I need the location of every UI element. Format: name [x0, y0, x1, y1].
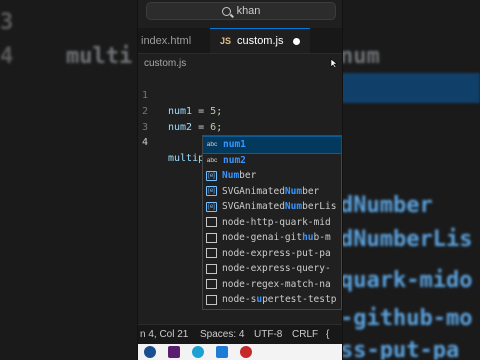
- background-line-number: 4: [0, 44, 14, 69]
- tab-label: index.html: [141, 34, 192, 47]
- snippet-suggestion-icon: [206, 279, 217, 290]
- background-selection: [340, 73, 480, 103]
- encoding-setting[interactable]: UTF-8: [254, 329, 282, 340]
- background-code-text: dNumber: [340, 193, 433, 218]
- field-suggestion-icon: [e]: [206, 201, 217, 212]
- command-center-search[interactable]: khan: [146, 2, 336, 20]
- suggestion-item[interactable]: node-genai-github-m: [203, 230, 341, 246]
- tab-index-html[interactable]: index.html: [138, 28, 206, 53]
- snippet-suggestion-icon: [206, 232, 217, 243]
- suggestion-item[interactable]: [e] SVGAnimatedNumber: [203, 184, 341, 200]
- suggestion-label: node-express-put-pa: [222, 247, 331, 259]
- indentation-setting[interactable]: Spaces: 4: [200, 329, 244, 340]
- code-line[interactable]: 1 num1 = 5;: [138, 72, 342, 117]
- suggestion-item[interactable]: node-http-quark-mid: [203, 215, 341, 231]
- suggestion-label: node-regex-match-na: [222, 278, 331, 290]
- title-bar: khan: [138, 0, 342, 22]
- suggestion-item[interactable]: node-supertest-testp: [203, 292, 341, 308]
- suggestion-item[interactable]: node-regex-match-na: [203, 277, 341, 293]
- suggestion-item[interactable]: [e] SVGAnimatedNumberLis: [203, 199, 341, 215]
- background-code-text: quark-mido: [340, 268, 473, 293]
- cursor-position[interactable]: n 4, Col 21: [140, 329, 188, 340]
- snippet-suggestion-icon: [206, 294, 217, 305]
- tab-bar: index.html JS custom.js: [138, 28, 342, 54]
- background-line-number: 3: [0, 10, 14, 35]
- edge-browser-icon[interactable]: [192, 346, 204, 358]
- suggestion-label: num1: [223, 139, 246, 151]
- snippet-suggestion-icon: [206, 217, 217, 228]
- editor-window: khan index.html JS custom.js custom.js 1…: [137, 0, 343, 360]
- code-line[interactable]: 2 num2 = 6;: [138, 88, 342, 133]
- background-code-text: dNumberLis: [340, 227, 473, 252]
- suggestion-label: Number: [222, 170, 257, 182]
- taskbar: [138, 344, 342, 360]
- vscode-app-icon[interactable]: [216, 346, 228, 358]
- suggestion-item[interactable]: abc num2: [203, 153, 341, 169]
- suggestion-label: SVGAnimatedNumberLis: [222, 201, 337, 213]
- suggestion-label: SVGAnimatedNumber: [222, 185, 320, 197]
- background-code-text: ss-put-pa: [340, 338, 460, 360]
- app-launcher-icon[interactable]: [144, 346, 156, 358]
- javascript-file-icon: JS: [220, 36, 232, 46]
- field-suggestion-icon: [e]: [206, 170, 217, 181]
- suggestion-item[interactable]: node-express-put-pa: [203, 246, 341, 262]
- suggest-widget: abc num1 abc num2 [e] Number [e] SVGAnimatedNum…: [202, 135, 342, 310]
- mouse-cursor-icon: [330, 58, 338, 69]
- background-code-text: num: [340, 44, 380, 69]
- suggestion-item[interactable]: [e] Number: [203, 168, 341, 184]
- status-bar: n 4, Col 21 Spaces: 4 UTF-8 CRLF {: [138, 324, 342, 345]
- suggestion-label: node-http-quark-mid: [222, 216, 331, 228]
- snippet-suggestion-icon: [206, 248, 217, 259]
- suggestion-label: node-supertest-testp: [222, 294, 337, 306]
- background-code-text: -github-mo: [340, 306, 473, 331]
- field-suggestion-icon: [e]: [206, 186, 217, 197]
- language-mode-icon[interactable]: {: [326, 329, 329, 340]
- terminal-app-icon[interactable]: [168, 346, 180, 358]
- snippet-suggestion-icon: [206, 263, 217, 274]
- suggestion-item[interactable]: abc num1: [203, 136, 341, 154]
- code-line[interactable]: 3: [138, 104, 342, 133]
- search-icon: [221, 6, 231, 16]
- suggestion-label: node-genai-github-m: [222, 232, 331, 244]
- text-suggestion-icon: abc: [206, 141, 218, 149]
- search-label: khan: [236, 5, 261, 17]
- line-ending-setting[interactable]: CRLF: [292, 329, 318, 340]
- suggestion-label: num2: [223, 154, 246, 166]
- suggestion-label: node-express-query-: [222, 263, 331, 275]
- app-icon[interactable]: [240, 346, 252, 358]
- code-line[interactable]: 4 multiplication = num: [138, 119, 342, 164]
- line-number: 4: [141, 137, 148, 148]
- unsaved-dot-icon[interactable]: [293, 37, 301, 45]
- background-code-text: multi: [66, 44, 133, 69]
- text-suggestion-icon: abc: [206, 156, 218, 164]
- suggestion-item[interactable]: node-express-query-: [203, 261, 341, 277]
- breadcrumb[interactable]: custom.js: [144, 58, 186, 69]
- tab-label: custom.js: [237, 35, 284, 47]
- tab-custom-js[interactable]: JS custom.js: [210, 28, 310, 53]
